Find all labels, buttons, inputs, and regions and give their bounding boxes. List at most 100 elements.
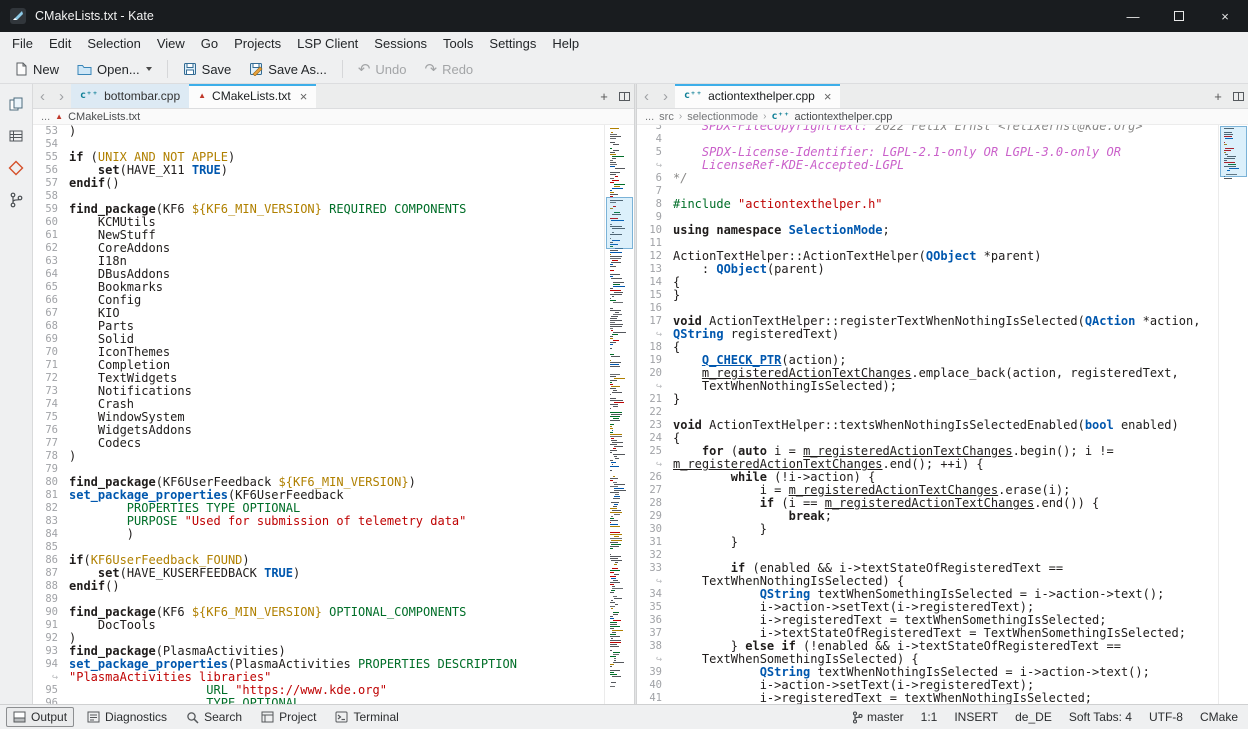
menu-file[interactable]: File	[4, 32, 41, 55]
split-view-icon[interactable]	[1228, 84, 1248, 108]
history-forward-button[interactable]: ›	[656, 84, 675, 108]
code-line[interactable]: 88endif()	[33, 580, 634, 593]
dictionary-status[interactable]: de_DE	[1015, 710, 1052, 724]
breadcrumb-file[interactable]: actiontexthelper.cpp	[795, 111, 893, 123]
code-line[interactable]: 3 SPDX-FileCopyrightText: 2022 Felix Ern…	[637, 125, 1248, 133]
tab-bottombar-cpp[interactable]: c⁺⁺ bottombar.cpp	[71, 84, 189, 108]
code-line[interactable]: 66 Config	[33, 294, 634, 307]
new-button[interactable]: New	[6, 56, 67, 82]
code-line[interactable]: 41 i->registeredText = textWhenNothingIs…	[637, 692, 1248, 704]
cmake-file-icon: ▲	[55, 113, 63, 121]
tab-actiontexthelper-cpp[interactable]: c⁺⁺ actiontexthelper.cpp ×	[675, 84, 840, 108]
search-button[interactable]: Search	[180, 707, 248, 727]
sidebar-branches-button[interactable]	[2, 186, 30, 214]
minimap-viewport[interactable]	[1220, 126, 1247, 177]
code-line[interactable]: 8#include "actiontexthelper.h"	[637, 198, 1248, 211]
line-number: 75	[33, 411, 69, 424]
breadcrumb-overflow[interactable]: ...	[645, 111, 654, 123]
input-mode-status[interactable]: INSERT	[954, 710, 998, 724]
close-button[interactable]: ×	[1202, 0, 1248, 32]
close-tab-icon[interactable]: ×	[824, 90, 832, 103]
close-tab-icon[interactable]: ×	[300, 90, 308, 103]
code-line[interactable]: 6*/	[637, 172, 1248, 185]
project-button[interactable]: Project	[255, 707, 322, 727]
line-number: 29	[637, 510, 673, 523]
code-line[interactable]: ↪QString registeredText)	[637, 328, 1248, 341]
cursor-position-status[interactable]: 1:1	[921, 710, 938, 724]
menu-help[interactable]: Help	[544, 32, 587, 55]
history-back-button[interactable]: ‹	[637, 84, 656, 108]
code-line[interactable]: 23void ActionTextHelper::textsWhenNothin…	[637, 419, 1248, 432]
git-branch-status[interactable]: master	[852, 710, 904, 724]
minimap-scrollbar-right[interactable]	[1218, 125, 1248, 704]
terminal-icon	[335, 711, 348, 723]
diagnostics-button[interactable]: Diagnostics	[81, 707, 173, 727]
code-line[interactable]: 15}	[637, 289, 1248, 302]
minimap-viewport[interactable]	[606, 197, 633, 249]
menu-sessions[interactable]: Sessions	[366, 32, 435, 55]
editor-view-left[interactable]: 53)5455if (UNIX AND NOT APPLE)56 set(HAV…	[33, 125, 634, 704]
line-number: 22	[637, 406, 673, 419]
output-icon	[13, 711, 26, 723]
wrap-indicator: ↪	[637, 328, 673, 341]
split-view-icon[interactable]	[614, 84, 634, 108]
code-line[interactable]: 14{	[637, 276, 1248, 289]
menu-edit[interactable]: Edit	[41, 32, 79, 55]
code-line[interactable]: 56 set(HAVE_X11 TRUE)	[33, 164, 634, 177]
breadcrumb-item[interactable]: selectionmode	[687, 111, 758, 123]
menu-projects[interactable]: Projects	[226, 32, 289, 55]
code-line[interactable]: 96 TYPE OPTIONAL	[33, 697, 634, 704]
line-number: 38	[637, 640, 673, 653]
minimize-button[interactable]: —	[1110, 0, 1156, 32]
new-tab-icon[interactable]: +	[594, 84, 614, 108]
code-line[interactable]: 87 set(HAVE_KUSERFEEDBACK TRUE)	[33, 567, 634, 580]
redo-button[interactable]: ↷ Redo	[417, 56, 482, 82]
code-line[interactable]: 77 Codecs	[33, 437, 634, 450]
code-line[interactable]: ↪ LicenseRef-KDE-Accepted-LGPL	[637, 159, 1248, 172]
code-line[interactable]: 84 )	[33, 528, 634, 541]
sidebar-git-button[interactable]	[2, 154, 30, 182]
code-line[interactable]: 57endif()	[33, 177, 634, 190]
output-button[interactable]: Output	[6, 707, 74, 727]
menu-lsp-client[interactable]: LSP Client	[289, 32, 366, 55]
menu-selection[interactable]: Selection	[79, 32, 148, 55]
breadcrumb-file[interactable]: CMakeLists.txt	[68, 111, 140, 123]
open-button[interactable]: Open...	[69, 56, 160, 82]
code-line[interactable]: 10using namespace SelectionMode;	[637, 224, 1248, 237]
new-tab-icon[interactable]: +	[1208, 84, 1228, 108]
code-line[interactable]: 31 }	[637, 536, 1248, 549]
menu-settings[interactable]: Settings	[481, 32, 544, 55]
editor-view-right[interactable]: 3 SPDX-FileCopyrightText: 2022 Felix Ern…	[637, 125, 1248, 704]
maximize-button[interactable]	[1156, 0, 1202, 32]
save-button[interactable]: Save	[175, 56, 240, 82]
code-line[interactable]: 21}	[637, 393, 1248, 406]
encoding-status[interactable]: UTF-8	[1149, 710, 1183, 724]
terminal-button[interactable]: Terminal	[329, 707, 404, 727]
tab-mode-status[interactable]: Soft Tabs: 4	[1069, 710, 1132, 724]
code-line[interactable]: 91 DocTools	[33, 619, 634, 632]
minimap-scrollbar-left[interactable]	[604, 125, 634, 704]
history-back-button[interactable]: ‹	[33, 84, 52, 108]
line-number: 23	[637, 419, 673, 432]
save-as-button[interactable]: Save As...	[241, 56, 335, 82]
line-number: 6	[637, 172, 673, 185]
line-number: 65	[33, 281, 69, 294]
sidebar-documents-button[interactable]	[2, 90, 30, 118]
history-forward-button[interactable]: ›	[52, 84, 71, 108]
code-line[interactable]: 13 : QObject(parent)	[637, 263, 1248, 276]
menu-view[interactable]: View	[149, 32, 193, 55]
sidebar-symbols-button[interactable]	[2, 122, 30, 150]
undo-button[interactable]: ↶ Undo	[350, 56, 415, 82]
code-line[interactable]: 78)	[33, 450, 634, 463]
breadcrumb-overflow[interactable]: ...	[41, 111, 50, 123]
line-number: 80	[33, 476, 69, 489]
code-line[interactable]: ↪ TextWhenNothingIsSelected);	[637, 380, 1248, 393]
line-number: 14	[637, 276, 673, 289]
tab-cmakelists-txt[interactable]: ▲ CMakeLists.txt ×	[189, 84, 316, 108]
menu-tools[interactable]: Tools	[435, 32, 481, 55]
breadcrumb-item[interactable]: src	[659, 111, 674, 123]
code-line[interactable]: 53)	[33, 125, 634, 138]
menu-go[interactable]: Go	[193, 32, 226, 55]
wrap-indicator: ↪	[637, 653, 673, 666]
syntax-mode-status[interactable]: CMake	[1200, 710, 1238, 724]
